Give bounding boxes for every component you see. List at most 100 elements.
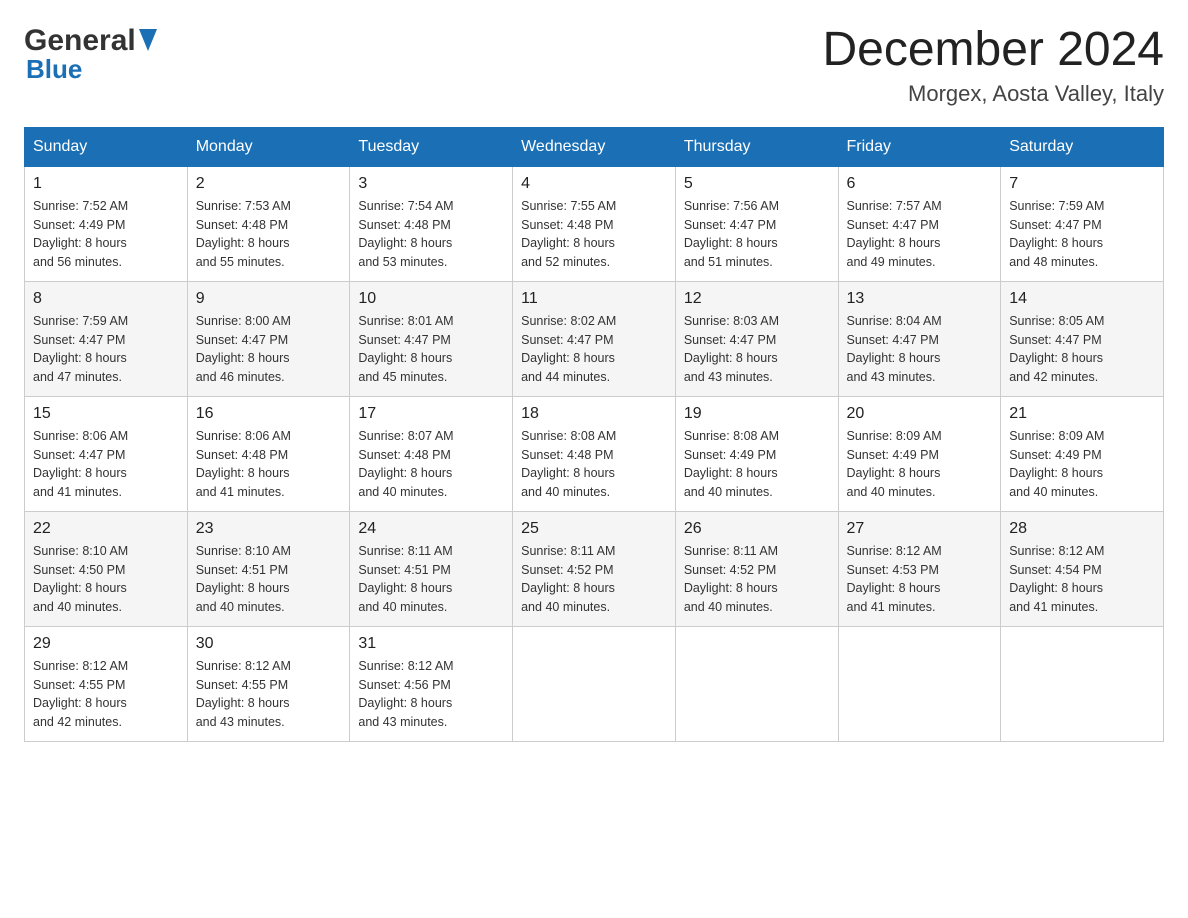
day-number: 14 xyxy=(1009,290,1155,308)
day-info: Sunrise: 8:05 AMSunset: 4:47 PMDaylight:… xyxy=(1009,314,1104,384)
calendar-cell: 6 Sunrise: 7:57 AMSunset: 4:47 PMDayligh… xyxy=(838,166,1001,281)
day-number: 12 xyxy=(684,290,830,308)
day-info: Sunrise: 8:07 AMSunset: 4:48 PMDaylight:… xyxy=(358,429,453,499)
calendar-cell: 8 Sunrise: 7:59 AMSunset: 4:47 PMDayligh… xyxy=(25,281,188,396)
calendar-cell: 18 Sunrise: 8:08 AMSunset: 4:48 PMDaylig… xyxy=(513,396,676,511)
calendar-week-4: 22 Sunrise: 8:10 AMSunset: 4:50 PMDaylig… xyxy=(25,511,1164,626)
day-number: 15 xyxy=(33,405,179,423)
day-info: Sunrise: 8:12 AMSunset: 4:53 PMDaylight:… xyxy=(847,544,942,614)
day-number: 31 xyxy=(358,635,504,653)
day-info: Sunrise: 8:12 AMSunset: 4:55 PMDaylight:… xyxy=(196,659,291,729)
calendar-cell: 25 Sunrise: 8:11 AMSunset: 4:52 PMDaylig… xyxy=(513,511,676,626)
day-info: Sunrise: 8:12 AMSunset: 4:54 PMDaylight:… xyxy=(1009,544,1104,614)
logo-blue-text: Blue xyxy=(26,54,82,85)
day-info: Sunrise: 8:03 AMSunset: 4:47 PMDaylight:… xyxy=(684,314,779,384)
calendar-cell: 1 Sunrise: 7:52 AMSunset: 4:49 PMDayligh… xyxy=(25,166,188,281)
location-subtitle: Morgex, Aosta Valley, Italy xyxy=(822,81,1164,107)
day-number: 5 xyxy=(684,175,830,193)
calendar-cell xyxy=(1001,626,1164,741)
calendar-cell: 11 Sunrise: 8:02 AMSunset: 4:47 PMDaylig… xyxy=(513,281,676,396)
day-info: Sunrise: 8:10 AMSunset: 4:51 PMDaylight:… xyxy=(196,544,291,614)
header-row: Sunday Monday Tuesday Wednesday Thursday… xyxy=(25,127,1164,166)
col-tuesday: Tuesday xyxy=(350,127,513,166)
day-number: 28 xyxy=(1009,520,1155,538)
calendar-cell xyxy=(675,626,838,741)
logo: General Blue xyxy=(24,24,157,85)
calendar-cell: 24 Sunrise: 8:11 AMSunset: 4:51 PMDaylig… xyxy=(350,511,513,626)
day-info: Sunrise: 7:56 AMSunset: 4:47 PMDaylight:… xyxy=(684,199,779,269)
day-number: 10 xyxy=(358,290,504,308)
day-info: Sunrise: 7:57 AMSunset: 4:47 PMDaylight:… xyxy=(847,199,942,269)
calendar-cell: 20 Sunrise: 8:09 AMSunset: 4:49 PMDaylig… xyxy=(838,396,1001,511)
col-saturday: Saturday xyxy=(1001,127,1164,166)
day-number: 4 xyxy=(521,175,667,193)
day-number: 24 xyxy=(358,520,504,538)
calendar-cell: 22 Sunrise: 8:10 AMSunset: 4:50 PMDaylig… xyxy=(25,511,188,626)
calendar-cell xyxy=(838,626,1001,741)
calendar-cell: 19 Sunrise: 8:08 AMSunset: 4:49 PMDaylig… xyxy=(675,396,838,511)
day-number: 29 xyxy=(33,635,179,653)
calendar-table: Sunday Monday Tuesday Wednesday Thursday… xyxy=(24,127,1164,742)
calendar-week-2: 8 Sunrise: 7:59 AMSunset: 4:47 PMDayligh… xyxy=(25,281,1164,396)
day-number: 25 xyxy=(521,520,667,538)
day-number: 11 xyxy=(521,290,667,308)
day-number: 1 xyxy=(33,175,179,193)
calendar-cell: 31 Sunrise: 8:12 AMSunset: 4:56 PMDaylig… xyxy=(350,626,513,741)
calendar-cell: 4 Sunrise: 7:55 AMSunset: 4:48 PMDayligh… xyxy=(513,166,676,281)
calendar-cell: 7 Sunrise: 7:59 AMSunset: 4:47 PMDayligh… xyxy=(1001,166,1164,281)
calendar-cell: 14 Sunrise: 8:05 AMSunset: 4:47 PMDaylig… xyxy=(1001,281,1164,396)
calendar-cell: 28 Sunrise: 8:12 AMSunset: 4:54 PMDaylig… xyxy=(1001,511,1164,626)
day-info: Sunrise: 8:01 AMSunset: 4:47 PMDaylight:… xyxy=(358,314,453,384)
calendar-cell: 13 Sunrise: 8:04 AMSunset: 4:47 PMDaylig… xyxy=(838,281,1001,396)
day-number: 30 xyxy=(196,635,342,653)
page-header: General Blue December 2024 Morgex, Aosta… xyxy=(24,24,1164,107)
calendar-cell: 3 Sunrise: 7:54 AMSunset: 4:48 PMDayligh… xyxy=(350,166,513,281)
calendar-cell: 17 Sunrise: 8:07 AMSunset: 4:48 PMDaylig… xyxy=(350,396,513,511)
day-info: Sunrise: 8:11 AMSunset: 4:51 PMDaylight:… xyxy=(358,544,452,614)
day-number: 8 xyxy=(33,290,179,308)
calendar-cell: 10 Sunrise: 8:01 AMSunset: 4:47 PMDaylig… xyxy=(350,281,513,396)
calendar-cell: 27 Sunrise: 8:12 AMSunset: 4:53 PMDaylig… xyxy=(838,511,1001,626)
col-thursday: Thursday xyxy=(675,127,838,166)
calendar-cell: 21 Sunrise: 8:09 AMSunset: 4:49 PMDaylig… xyxy=(1001,396,1164,511)
day-number: 7 xyxy=(1009,175,1155,193)
day-number: 20 xyxy=(847,405,993,423)
calendar-cell: 26 Sunrise: 8:11 AMSunset: 4:52 PMDaylig… xyxy=(675,511,838,626)
calendar-week-5: 29 Sunrise: 8:12 AMSunset: 4:55 PMDaylig… xyxy=(25,626,1164,741)
calendar-week-1: 1 Sunrise: 7:52 AMSunset: 4:49 PMDayligh… xyxy=(25,166,1164,281)
calendar-cell: 23 Sunrise: 8:10 AMSunset: 4:51 PMDaylig… xyxy=(187,511,350,626)
day-number: 6 xyxy=(847,175,993,193)
col-wednesday: Wednesday xyxy=(513,127,676,166)
day-info: Sunrise: 8:08 AMSunset: 4:48 PMDaylight:… xyxy=(521,429,616,499)
day-info: Sunrise: 8:11 AMSunset: 4:52 PMDaylight:… xyxy=(521,544,615,614)
day-info: Sunrise: 8:11 AMSunset: 4:52 PMDaylight:… xyxy=(684,544,778,614)
day-info: Sunrise: 8:02 AMSunset: 4:47 PMDaylight:… xyxy=(521,314,616,384)
day-info: Sunrise: 8:12 AMSunset: 4:56 PMDaylight:… xyxy=(358,659,453,729)
col-sunday: Sunday xyxy=(25,127,188,166)
calendar-cell: 2 Sunrise: 7:53 AMSunset: 4:48 PMDayligh… xyxy=(187,166,350,281)
calendar-cell: 16 Sunrise: 8:06 AMSunset: 4:48 PMDaylig… xyxy=(187,396,350,511)
day-number: 21 xyxy=(1009,405,1155,423)
day-info: Sunrise: 8:12 AMSunset: 4:55 PMDaylight:… xyxy=(33,659,128,729)
day-info: Sunrise: 8:09 AMSunset: 4:49 PMDaylight:… xyxy=(847,429,942,499)
day-number: 16 xyxy=(196,405,342,423)
day-info: Sunrise: 7:53 AMSunset: 4:48 PMDaylight:… xyxy=(196,199,291,269)
day-number: 13 xyxy=(847,290,993,308)
calendar-cell xyxy=(513,626,676,741)
day-info: Sunrise: 7:59 AMSunset: 4:47 PMDaylight:… xyxy=(1009,199,1104,269)
day-number: 3 xyxy=(358,175,504,193)
calendar-cell: 9 Sunrise: 8:00 AMSunset: 4:47 PMDayligh… xyxy=(187,281,350,396)
calendar-cell: 29 Sunrise: 8:12 AMSunset: 4:55 PMDaylig… xyxy=(25,626,188,741)
day-info: Sunrise: 7:59 AMSunset: 4:47 PMDaylight:… xyxy=(33,314,128,384)
day-info: Sunrise: 7:52 AMSunset: 4:49 PMDaylight:… xyxy=(33,199,128,269)
logo-general-text: General xyxy=(24,24,136,58)
day-number: 9 xyxy=(196,290,342,308)
col-friday: Friday xyxy=(838,127,1001,166)
day-info: Sunrise: 7:55 AMSunset: 4:48 PMDaylight:… xyxy=(521,199,616,269)
day-number: 23 xyxy=(196,520,342,538)
day-info: Sunrise: 8:10 AMSunset: 4:50 PMDaylight:… xyxy=(33,544,128,614)
day-info: Sunrise: 8:06 AMSunset: 4:47 PMDaylight:… xyxy=(33,429,128,499)
logo-triangle-icon xyxy=(139,29,157,51)
day-info: Sunrise: 7:54 AMSunset: 4:48 PMDaylight:… xyxy=(358,199,453,269)
calendar-cell: 30 Sunrise: 8:12 AMSunset: 4:55 PMDaylig… xyxy=(187,626,350,741)
